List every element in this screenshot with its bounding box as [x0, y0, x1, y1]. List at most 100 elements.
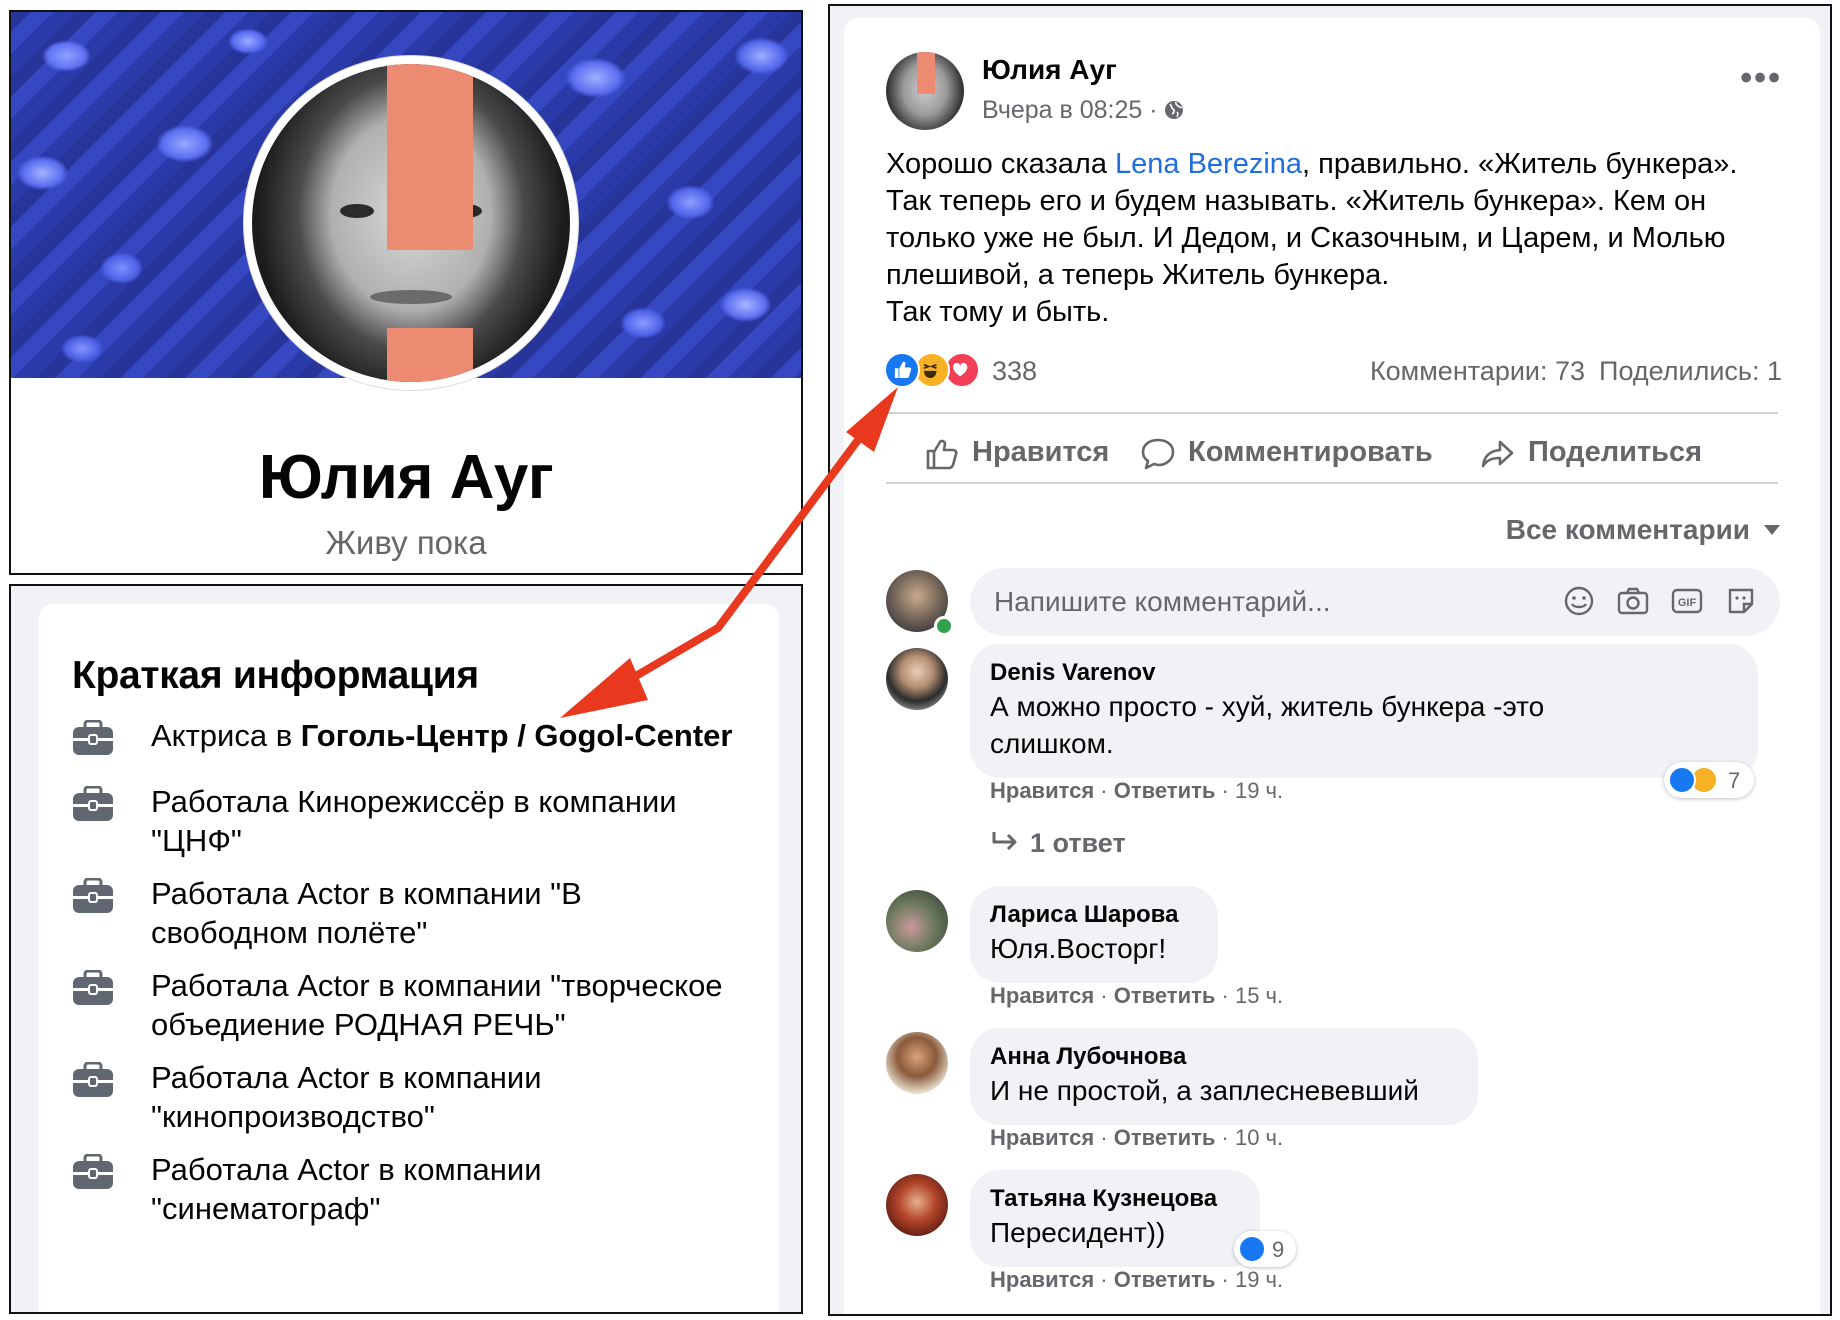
like-reaction-icon: [1238, 1235, 1266, 1263]
work-text-line2: "синематограф": [151, 1191, 381, 1226]
briefcase-icon: [73, 1154, 113, 1189]
profile-avatar[interactable]: [244, 56, 578, 390]
work-text-line1: Работала Actor в компании "творческое: [151, 968, 723, 1003]
work-text-line1: Работала Actor в компании: [151, 1060, 542, 1095]
comment-reactions[interactable]: 7: [1664, 762, 1754, 798]
commenter-name[interactable]: Лариса Шарова: [990, 900, 1194, 930]
comment-reactions[interactable]: 9: [1234, 1231, 1296, 1267]
briefcase-icon: [73, 786, 113, 821]
post-text-line: Хорошо сказала Lena Berezina, правильно.…: [886, 146, 1796, 183]
svg-text:GIF: GIF: [1678, 597, 1697, 609]
profile-photo: [252, 64, 570, 382]
comment-reply-link[interactable]: Ответить: [1114, 983, 1216, 1008]
workplace-link[interactable]: Гоголь-Центр / Gogol-Center: [301, 718, 733, 753]
post-text-span: Хорошо сказала: [886, 148, 1116, 180]
comment-input[interactable]: [970, 568, 1780, 636]
divider: [886, 482, 1778, 484]
profile-status: Живу пока: [325, 524, 487, 561]
reply-arrow-icon: [992, 832, 1017, 851]
post-panel: Юлия Ауг Вчера в 08:25 · ••• Хорошо сказ…: [828, 4, 1832, 1316]
comment-like-link[interactable]: Нравится: [990, 1125, 1094, 1150]
briefcase-icon: [73, 970, 113, 1005]
comment-reply-link[interactable]: Ответить: [1114, 778, 1216, 803]
reaction-count[interactable]: 338: [992, 356, 1037, 387]
profile-header-panel: Юлия Ауг Живу пока: [9, 10, 803, 575]
camera-icon[interactable]: [1616, 584, 1650, 618]
comment-reaction-count: 7: [1728, 768, 1741, 793]
sticker-icon[interactable]: [1724, 584, 1758, 618]
comment-like-link[interactable]: Нравится: [990, 778, 1094, 803]
post-time-text: Вчера в 08:25 ·: [982, 96, 1158, 124]
comment-button[interactable]: Комментировать: [1140, 436, 1433, 476]
work-text: Работала Actor в компании "творческое объ…: [151, 966, 751, 1044]
post-text-line: Так теперь его и будем называть. «Житель…: [886, 185, 1707, 217]
online-status-dot: [934, 616, 954, 636]
comment-text: И не простой, а заплесневевший: [990, 1075, 1419, 1106]
commenter-avatar[interactable]: [886, 1032, 948, 1094]
emoji-icon[interactable]: [1562, 584, 1596, 618]
share-label: Поделиться: [1528, 436, 1703, 468]
comment-time[interactable]: 15 ч.: [1235, 983, 1283, 1008]
thumbs-up-icon: [926, 439, 958, 470]
post-author-avatar[interactable]: [886, 52, 964, 130]
comment-time[interactable]: 19 ч.: [1235, 778, 1283, 803]
intro-panel: Краткая информация Актриса в Гоголь-Цент…: [9, 584, 803, 1314]
like-label: Нравится: [972, 436, 1110, 468]
comment-bubble: Лариса Шарова Юля.Восторг!: [970, 886, 1218, 983]
like-button[interactable]: Нравится: [924, 436, 1109, 476]
intro-card: Краткая информация Актриса в Гоголь-Цент…: [39, 604, 779, 1312]
all-comments-label: Все комментарии: [1505, 514, 1750, 545]
photo-bar-top: [387, 64, 473, 250]
post-text: Хорошо сказала Lena Berezina, правильно.…: [886, 146, 1796, 331]
comment-time[interactable]: 10 ч.: [1235, 1125, 1283, 1150]
all-comments-filter[interactable]: Все комментарии: [1506, 514, 1780, 546]
replies-count: 1 ответ: [1030, 828, 1126, 858]
mention-link[interactable]: Lena Berezina: [1115, 148, 1302, 180]
shares-count[interactable]: Поделились: 1: [1599, 356, 1782, 386]
post-text-span: , правильно. «Житель бункера».: [1302, 148, 1738, 180]
work-text-line2: "ЦНФ": [151, 823, 242, 858]
comment-meta: Нравится · Ответить · 10 ч.: [990, 1125, 1284, 1150]
like-reaction-icon: [884, 352, 920, 388]
commenter-avatar[interactable]: [886, 890, 948, 952]
comment-bubble: Анна Лубочнова И не простой, а заплеснев…: [970, 1028, 1478, 1125]
commenter-name[interactable]: Denis Varenov: [990, 658, 1734, 688]
work-text: Работала Actor в компании "синематограф": [151, 1150, 751, 1228]
post-stats: Комментарии: 73 Поделились: 1: [1370, 356, 1782, 387]
comment-meta: Нравится · Ответить · 15 ч.: [990, 983, 1284, 1008]
work-text-line2: свободном полёте": [151, 915, 428, 950]
comment-label: Комментировать: [1188, 436, 1433, 468]
comment-text: А можно просто - хуй, житель бункера -эт…: [990, 691, 1545, 722]
photo-eye-left: [340, 204, 374, 218]
commenter-avatar[interactable]: [886, 648, 948, 710]
speech-bubble-icon: [1141, 438, 1175, 470]
intro-title: Краткая информация: [72, 654, 479, 697]
work-text: Работала Кинорежиссёр в компании "ЦНФ": [151, 782, 751, 860]
work-text: Работала Actor в компании "кинопроизводст…: [151, 1058, 751, 1136]
post-more-button[interactable]: •••: [1740, 61, 1782, 95]
share-arrow-icon: [1481, 440, 1514, 468]
work-text-line1: Работала Кинорежиссёр в компании: [151, 784, 677, 819]
commenter-avatar[interactable]: [886, 1174, 948, 1236]
share-button[interactable]: Поделиться: [1480, 436, 1720, 476]
gif-icon[interactable]: GIF: [1670, 584, 1704, 618]
comment-bubble: Татьяна Кузнецова Пересидент)): [970, 1170, 1260, 1267]
commenter-name[interactable]: Анна Лубочнова: [990, 1042, 1454, 1072]
comment-time[interactable]: 19 ч.: [1235, 1267, 1283, 1292]
comments-count[interactable]: Комментарии: 73: [1370, 356, 1585, 386]
view-replies-link[interactable]: 1 ответ: [990, 828, 1126, 859]
post-author-name[interactable]: Юлия Ауг: [982, 54, 1117, 86]
comment-reply-link[interactable]: Ответить: [1114, 1125, 1216, 1150]
briefcase-icon: [73, 878, 113, 913]
photo-bar-bottom: [387, 328, 473, 382]
briefcase-icon: [73, 720, 113, 755]
globe-icon: [1164, 101, 1183, 119]
work-text-line1: Работала Actor в компании: [151, 1152, 542, 1187]
comment-like-link[interactable]: Нравится: [990, 983, 1094, 1008]
work-text-line1: Работала Actor в компании "В: [151, 876, 582, 911]
commenter-name[interactable]: Татьяна Кузнецова: [990, 1184, 1236, 1214]
post-timestamp[interactable]: Вчера в 08:25 ·: [982, 96, 1184, 125]
work-text-prefix: Актриса в: [151, 718, 301, 753]
comment-like-link[interactable]: Нравится: [990, 1267, 1094, 1292]
comment-reply-link[interactable]: Ответить: [1114, 1267, 1216, 1292]
